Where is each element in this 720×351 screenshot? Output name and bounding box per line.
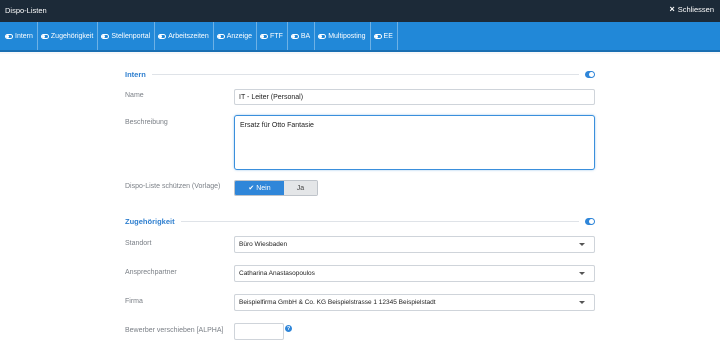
section-title: Zugehörigkeit	[125, 216, 175, 226]
tab-ba[interactable]: BA	[288, 22, 316, 50]
tab-ee[interactable]: EE	[371, 22, 398, 50]
protect-no-button[interactable]: ✔ Nein	[235, 181, 284, 195]
toggle-icon	[40, 33, 49, 39]
tab-label: Intern	[15, 32, 33, 40]
close-label: Schliessen	[677, 5, 714, 14]
tab-bar: Intern Zugehörigkeit Stellenportal Arbei…	[0, 22, 720, 52]
section-title: Intern	[125, 69, 146, 79]
protect-yes-button[interactable]: Ja	[284, 181, 317, 195]
description-textarea[interactable]: Ersatz für Otto Fantasie	[234, 115, 595, 170]
contact-label: Ansprechpartner	[125, 269, 177, 276]
title-bar: Dispo-Listen × Schliessen	[0, 0, 720, 22]
toggle-icon	[318, 33, 327, 39]
description-label: Beschreibung	[125, 119, 168, 126]
protect-toggle-group: ✔ Nein Ja	[234, 180, 318, 196]
tab-zugehoerigkeit[interactable]: Zugehörigkeit	[38, 22, 99, 50]
tab-label: Anzeige	[226, 32, 253, 40]
shift-input[interactable]	[234, 323, 284, 340]
close-icon: ×	[669, 4, 675, 14]
caret-down-icon	[579, 243, 585, 246]
contact-value: Catharina Anastasopoulos	[239, 270, 315, 277]
tab-label: Stellenportal	[111, 32, 151, 40]
tab-label: BA	[300, 32, 311, 40]
tab-multiposting[interactable]: Multiposting	[315, 22, 371, 50]
toggle-icon	[5, 33, 13, 39]
toggle-icon	[158, 33, 167, 39]
tab-anzeige[interactable]: Anzeige	[214, 22, 258, 50]
name-input[interactable]: IT - Leiter (Personal)	[234, 89, 595, 105]
window-title: Dispo-Listen	[5, 6, 47, 15]
firma-label: Firma	[125, 298, 143, 305]
tab-ftf[interactable]: FTF	[257, 22, 288, 50]
section-toggle-switch[interactable]	[585, 217, 595, 225]
firma-select[interactable]: Beispielfirma GmbH & Co. KG Beispielstra…	[234, 294, 595, 311]
protect-yes-label: Ja	[296, 184, 305, 192]
section-header-zugehoerigkeit: Zugehörigkeit	[125, 215, 595, 227]
toggle-icon	[101, 33, 110, 39]
tab-stellenportal[interactable]: Stellenportal	[98, 22, 156, 50]
standort-select[interactable]: Büro Wiesbaden	[234, 236, 595, 253]
caret-down-icon	[579, 301, 585, 304]
toggle-icon	[290, 33, 299, 39]
tab-label: FTF	[270, 32, 283, 40]
tab-arbeitszeiten[interactable]: Arbeitszeiten	[155, 22, 214, 50]
close-button[interactable]: × Schliessen	[669, 4, 714, 15]
caret-down-icon	[579, 272, 585, 275]
standort-label: Standort	[125, 240, 152, 247]
tab-label: EE	[383, 32, 393, 40]
firma-value: Beispielfirma GmbH & Co. KG Beispielstra…	[239, 299, 436, 306]
name-label: Name	[125, 92, 144, 99]
toggle-icon	[216, 33, 225, 39]
tab-label: Arbeitszeiten	[168, 32, 209, 40]
check-icon: ✔	[248, 185, 255, 192]
protect-no-label: Nein	[256, 184, 271, 192]
section-toggle-switch[interactable]	[585, 70, 595, 78]
section-header-intern: Intern	[125, 68, 595, 80]
contact-select[interactable]: Catharina Anastasopoulos	[234, 265, 595, 282]
toggle-icon	[373, 33, 382, 39]
shift-label: Bewerber verschieben [ALPHA]	[125, 327, 224, 334]
form-panel: Intern Name IT - Leiter (Personal) Besch…	[0, 54, 720, 351]
section-divider	[151, 73, 579, 75]
protect-label: Dispo-Liste schützen (Vorlage)	[125, 183, 221, 190]
help-icon[interactable]: ?	[285, 325, 292, 332]
tab-label: Multiposting	[328, 32, 366, 40]
standort-value: Büro Wiesbaden	[239, 241, 288, 248]
tab-intern[interactable]: Intern	[2, 22, 38, 50]
toggle-icon	[260, 33, 269, 39]
tab-label: Zugehörigkeit	[50, 32, 94, 40]
section-divider	[180, 220, 579, 222]
